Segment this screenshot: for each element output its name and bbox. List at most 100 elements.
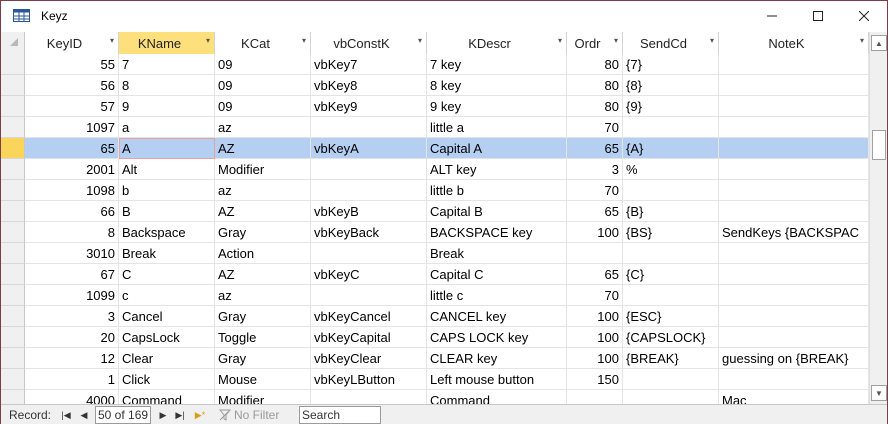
cell-keyid[interactable]: 65 bbox=[25, 138, 119, 159]
current-record-field[interactable]: 50 of 169 bbox=[95, 406, 151, 424]
row-selector[interactable] bbox=[1, 369, 25, 390]
column-header-kname[interactable]: KName ▾ bbox=[119, 32, 215, 54]
column-header-sendcd[interactable]: SendCd ▾ bbox=[623, 32, 719, 54]
cell-vbconstk[interactable] bbox=[311, 117, 427, 138]
cell-kcat[interactable]: 09 bbox=[215, 75, 311, 96]
cell-vbconstk[interactable] bbox=[311, 159, 427, 180]
cell-vbconstk[interactable] bbox=[311, 285, 427, 306]
cell-notek[interactable] bbox=[719, 54, 869, 75]
cell-keyid[interactable]: 1099 bbox=[25, 285, 119, 306]
column-dropdown-icon[interactable]: ▾ bbox=[110, 36, 114, 45]
table-row[interactable]: 20 CapsLock Toggle vbKeyCapital CAPS LOCK ke… bbox=[1, 327, 869, 348]
table-row[interactable]: 65 A AZ vbKeyA Capital A 65 {A} bbox=[1, 138, 869, 159]
cell-notek[interactable] bbox=[719, 117, 869, 138]
cell-kdescr[interactable]: 9 key bbox=[427, 96, 567, 117]
cell-kname[interactable]: Alt bbox=[119, 159, 215, 180]
cell-keyid[interactable]: 4000 bbox=[25, 390, 119, 404]
cell-keyid[interactable]: 20 bbox=[25, 327, 119, 348]
cell-ordr[interactable]: 100 bbox=[567, 222, 623, 243]
table-row[interactable]: 1099 c az little c 70 bbox=[1, 285, 869, 306]
table-row[interactable]: 2001 Alt Modifier ALT key 3% bbox=[1, 159, 869, 180]
cell-kname[interactable]: C bbox=[119, 264, 215, 285]
cell-kdescr[interactable]: 7 key bbox=[427, 54, 567, 75]
row-selector[interactable] bbox=[1, 222, 25, 243]
cell-notek[interactable]: guessing on {BREAK} bbox=[719, 348, 869, 369]
last-record-button[interactable]: ▶| bbox=[173, 407, 187, 423]
row-selector[interactable] bbox=[1, 264, 25, 285]
cell-kcat[interactable]: AZ bbox=[215, 138, 311, 159]
cell-kdescr[interactable]: Capital C bbox=[427, 264, 567, 285]
cell-keyid[interactable]: 1097 bbox=[25, 117, 119, 138]
cell-vbconstk[interactable]: vbKey8 bbox=[311, 75, 427, 96]
cell-kcat[interactable]: AZ bbox=[215, 264, 311, 285]
cell-ordr[interactable]: 150 bbox=[567, 369, 623, 390]
row-selector[interactable] bbox=[1, 180, 25, 201]
cell-sendcd[interactable] bbox=[623, 117, 719, 138]
cell-sendcd[interactable] bbox=[623, 243, 719, 264]
table-row[interactable]: 12 Clear Gray vbKeyClear CLEAR key 100 {BREAK}… bbox=[1, 348, 869, 369]
cell-ordr[interactable]: 70 bbox=[567, 285, 623, 306]
cell-kcat[interactable]: az bbox=[215, 117, 311, 138]
cell-notek[interactable] bbox=[719, 285, 869, 306]
column-dropdown-icon[interactable]: ▾ bbox=[418, 36, 422, 45]
table-row[interactable]: 3010 Break Action Break bbox=[1, 243, 869, 264]
cell-ordr[interactable]: 80 bbox=[567, 75, 623, 96]
cell-kcat[interactable]: Gray bbox=[215, 306, 311, 327]
table-row[interactable]: 4000 Command Modifier Command Mac bbox=[1, 390, 869, 404]
cell-ordr[interactable]: 100 bbox=[567, 327, 623, 348]
cell-sendcd[interactable]: {C} bbox=[623, 264, 719, 285]
cell-vbconstk[interactable]: vbKeyClear bbox=[311, 348, 427, 369]
row-selector[interactable] bbox=[1, 117, 25, 138]
cell-notek[interactable]: SendKeys {BACKSPAC bbox=[719, 222, 869, 243]
cell-kdescr[interactable]: little b bbox=[427, 180, 567, 201]
cell-kname[interactable]: 7 bbox=[119, 54, 215, 75]
cell-kcat[interactable]: Modifier bbox=[215, 390, 311, 404]
table-row[interactable]: 67 C AZ vbKeyC Capital C 65 {C} bbox=[1, 264, 869, 285]
table-row[interactable]: 1 Click Mouse vbKeyLButton Left mouse button… bbox=[1, 369, 869, 390]
cell-kdescr[interactable]: Command bbox=[427, 390, 567, 404]
table-row[interactable]: 3 Cancel Gray vbKeyCancel CANCEL key 100 {ESC} bbox=[1, 306, 869, 327]
cell-vbconstk[interactable] bbox=[311, 180, 427, 201]
cell-kname[interactable]: Break bbox=[119, 243, 215, 264]
cell-kdescr[interactable]: Capital B bbox=[427, 201, 567, 222]
table-row[interactable]: 1097 a az little a 70 bbox=[1, 117, 869, 138]
cell-kname[interactable]: a bbox=[119, 117, 215, 138]
cell-notek[interactable] bbox=[719, 327, 869, 348]
cell-kcat[interactable]: az bbox=[215, 180, 311, 201]
cell-kcat[interactable]: Action bbox=[215, 243, 311, 264]
row-selector[interactable] bbox=[1, 327, 25, 348]
column-dropdown-icon[interactable]: ▾ bbox=[558, 36, 562, 45]
row-selector[interactable] bbox=[1, 75, 25, 96]
row-selector[interactable] bbox=[1, 201, 25, 222]
cell-sendcd[interactable] bbox=[623, 180, 719, 201]
cell-keyid[interactable]: 2001 bbox=[25, 159, 119, 180]
cell-kcat[interactable]: Gray bbox=[215, 348, 311, 369]
row-selector[interactable] bbox=[1, 285, 25, 306]
cell-keyid[interactable]: 55 bbox=[25, 54, 119, 75]
cell-keyid[interactable]: 3010 bbox=[25, 243, 119, 264]
table-row[interactable]: 55 7 09 vbKey7 7 key 80 {7} bbox=[1, 54, 869, 75]
cell-notek[interactable] bbox=[719, 264, 869, 285]
table-row[interactable]: 57 9 09 vbKey9 9 key 80 {9} bbox=[1, 96, 869, 117]
cell-vbconstk[interactable] bbox=[311, 243, 427, 264]
next-record-button[interactable]: ▶ bbox=[156, 407, 170, 423]
cell-ordr[interactable]: 65 bbox=[567, 264, 623, 285]
row-selector[interactable] bbox=[1, 159, 25, 180]
cell-notek[interactable] bbox=[719, 369, 869, 390]
cell-sendcd[interactable] bbox=[623, 390, 719, 404]
row-selector[interactable] bbox=[1, 306, 25, 327]
cell-vbconstk[interactable]: vbKeyB bbox=[311, 201, 427, 222]
cell-kcat[interactable]: 09 bbox=[215, 54, 311, 75]
cell-vbconstk[interactable]: vbKeyC bbox=[311, 264, 427, 285]
cell-keyid[interactable]: 1 bbox=[25, 369, 119, 390]
horizontal-scrollbar[interactable] bbox=[385, 405, 869, 424]
scroll-up-button[interactable]: ▲ bbox=[871, 35, 887, 51]
cell-kname[interactable]: 8 bbox=[119, 75, 215, 96]
cell-kdescr[interactable]: little a bbox=[427, 117, 567, 138]
cell-kname[interactable]: Command bbox=[119, 390, 215, 404]
close-button[interactable] bbox=[841, 1, 887, 31]
vertical-scrollbar[interactable]: ▲ ▼ bbox=[869, 32, 887, 404]
column-dropdown-icon[interactable]: ▾ bbox=[302, 36, 306, 45]
cell-kname[interactable]: A bbox=[119, 138, 215, 159]
cell-ordr[interactable] bbox=[567, 243, 623, 264]
